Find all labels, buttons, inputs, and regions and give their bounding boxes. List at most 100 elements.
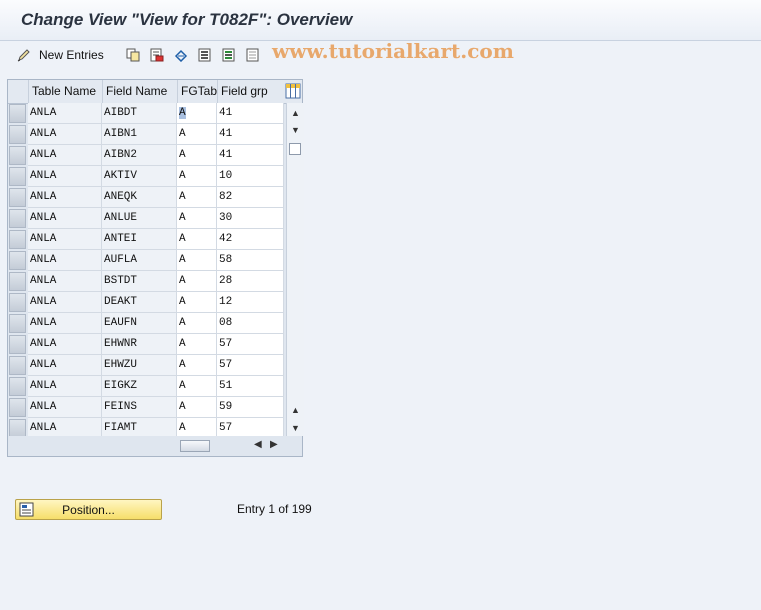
row-selector[interactable] <box>9 230 26 249</box>
new-entries-button[interactable]: New Entries <box>17 46 104 64</box>
cell-field-grp[interactable]: 51 <box>217 376 284 397</box>
table-row: ANLA EHWZU A 57 <box>8 355 284 376</box>
row-selector[interactable] <box>9 272 26 291</box>
row-selector[interactable] <box>9 167 26 186</box>
edit-pen-icon <box>17 49 30 62</box>
table-settings-icon[interactable] <box>285 83 301 99</box>
cell-table-name: ANLA <box>28 397 102 418</box>
cell-fgtab[interactable]: A <box>177 187 217 208</box>
horizontal-scroll-thumb[interactable] <box>180 440 210 452</box>
cell-fgtab[interactable]: A <box>177 166 217 187</box>
cell-fgtab[interactable]: A <box>177 145 217 166</box>
column-header-field-name[interactable]: Field Name <box>102 80 177 103</box>
cell-fgtab[interactable]: A <box>177 103 217 124</box>
cell-field-grp[interactable]: 08 <box>217 313 284 334</box>
table-header: Table Name Field Name FGTab Field grp <box>8 80 302 104</box>
cell-field-grp[interactable]: 41 <box>217 103 284 124</box>
cell-fgtab[interactable]: A <box>177 292 217 313</box>
cell-field-grp[interactable]: 41 <box>217 145 284 166</box>
select-all-corner[interactable] <box>8 80 28 103</box>
row-selector[interactable] <box>9 251 26 270</box>
cell-fgtab[interactable]: A <box>177 355 217 376</box>
cell-field-name: AKTIV <box>102 166 177 187</box>
cell-field-grp[interactable]: 10 <box>217 166 284 187</box>
delete-button[interactable] <box>150 46 164 64</box>
cell-field-name: DEAKT <box>102 292 177 313</box>
row-selector[interactable] <box>9 398 26 417</box>
cell-field-grp[interactable]: 42 <box>217 229 284 250</box>
select-block-button[interactable] <box>222 46 236 64</box>
cell-field-grp[interactable]: 30 <box>217 208 284 229</box>
row-selector[interactable] <box>9 125 26 144</box>
table-row: ANLA AIBN2 A 41 <box>8 145 284 166</box>
vertical-scroll-thumb[interactable] <box>289 143 301 155</box>
select-all-button[interactable] <box>198 46 212 64</box>
row-selector[interactable] <box>9 188 26 207</box>
cell-field-grp[interactable]: 58 <box>217 250 284 271</box>
cell-table-name: ANLA <box>28 166 102 187</box>
cell-field-name: BSTDT <box>102 271 177 292</box>
cell-table-name: ANLA <box>28 355 102 376</box>
cell-field-grp[interactable]: 57 <box>217 334 284 355</box>
copy-icon <box>126 48 140 62</box>
column-header-table-name[interactable]: Table Name <box>28 80 102 103</box>
column-header-field-grp[interactable]: Field grp <box>217 80 284 103</box>
cell-field-grp[interactable]: 28 <box>217 271 284 292</box>
watermark: www.tutorialkart.com <box>272 39 514 63</box>
scroll-up-bottom-arrow-icon[interactable]: ▲ <box>291 405 300 415</box>
cell-field-name: ANLUE <box>102 208 177 229</box>
cell-fgtab[interactable]: A <box>177 334 217 355</box>
column-header-fgtab[interactable]: FGTab <box>177 80 217 103</box>
cell-fgtab[interactable]: A <box>177 271 217 292</box>
cell-field-grp[interactable]: 12 <box>217 292 284 313</box>
row-selector[interactable] <box>9 209 26 228</box>
position-button[interactable]: Position... <box>15 499 162 520</box>
horizontal-scrollbar[interactable]: ◀ ▶ <box>8 436 302 456</box>
title-bar: Change View "View for T082F": Overview <box>0 0 761 41</box>
cell-fgtab[interactable]: A <box>177 208 217 229</box>
row-selector[interactable] <box>9 356 26 375</box>
row-selector[interactable] <box>9 146 26 165</box>
cell-table-name: ANLA <box>28 292 102 313</box>
table-control: Table Name Field Name FGTab Field grp AN… <box>7 79 304 457</box>
cell-fgtab[interactable]: A <box>177 397 217 418</box>
scroll-down-bottom-arrow-icon[interactable]: ▼ <box>291 423 300 433</box>
vertical-scrollbar[interactable]: ▲ ▼ ▲ ▼ <box>286 103 304 436</box>
cell-field-grp[interactable]: 82 <box>217 187 284 208</box>
table-row: ANLA EHWNR A 57 <box>8 334 284 355</box>
row-selector[interactable] <box>9 377 26 396</box>
row-selector[interactable] <box>9 335 26 354</box>
table-row: ANLA AUFLA A 58 <box>8 250 284 271</box>
table-row: ANLA ANLUE A 30 <box>8 208 284 229</box>
cell-field-grp[interactable]: 41 <box>217 124 284 145</box>
cell-table-name: ANLA <box>28 334 102 355</box>
cell-fgtab[interactable]: A <box>177 376 217 397</box>
cell-fgtab[interactable]: A <box>177 229 217 250</box>
cell-field-name: AUFLA <box>102 250 177 271</box>
cell-table-name: ANLA <box>28 229 102 250</box>
undo-button[interactable] <box>174 46 188 64</box>
table-row: ANLA EAUFN A 08 <box>8 313 284 334</box>
row-selector[interactable] <box>9 314 26 333</box>
row-selector[interactable] <box>9 104 26 123</box>
cell-field-grp[interactable]: 57 <box>217 355 284 376</box>
deselect-all-button[interactable] <box>246 46 260 64</box>
scroll-left-arrow-icon[interactable]: ◀ <box>254 439 262 450</box>
position-button-label: Position... <box>62 503 115 517</box>
cell-field-name: FEINS <box>102 397 177 418</box>
scroll-up-arrow-icon[interactable]: ▲ <box>291 108 300 118</box>
cell-field-name: EIGKZ <box>102 376 177 397</box>
undo-icon <box>174 49 188 62</box>
cell-field-name: AIBDT <box>102 103 177 124</box>
cell-field-grp[interactable]: 59 <box>217 397 284 418</box>
cell-fgtab[interactable]: A <box>177 313 217 334</box>
row-selector[interactable] <box>9 293 26 312</box>
cell-field-name: EHWZU <box>102 355 177 376</box>
cell-fgtab[interactable]: A <box>177 250 217 271</box>
scroll-right-arrow-icon[interactable]: ▶ <box>270 439 278 450</box>
table-row: ANLA ANEQK A 82 <box>8 187 284 208</box>
copy-button[interactable] <box>126 46 140 64</box>
cell-fgtab[interactable]: A <box>177 124 217 145</box>
scroll-down-arrow-icon[interactable]: ▼ <box>291 125 300 135</box>
page-title: Change View "View for T082F": Overview <box>21 10 353 29</box>
